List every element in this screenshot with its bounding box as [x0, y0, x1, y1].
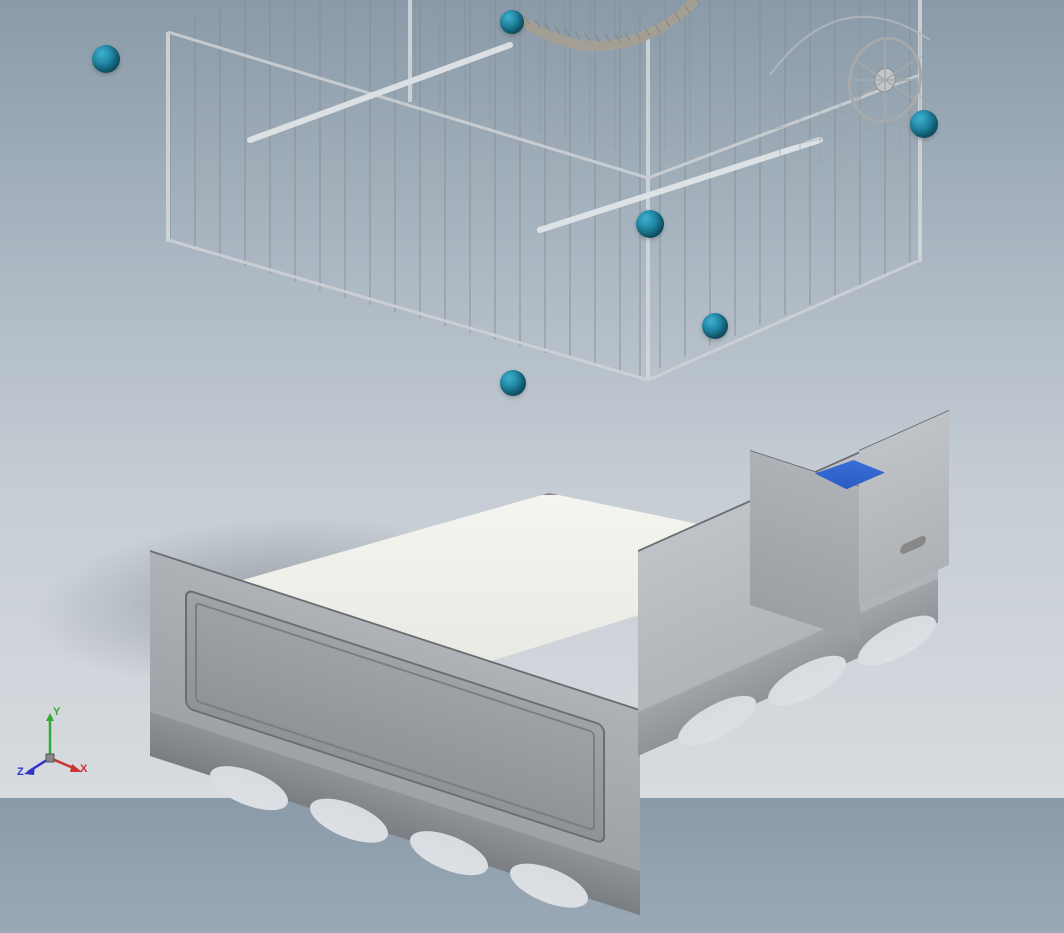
- triad-z-label: Z: [17, 766, 24, 778]
- scallop-arc: [768, 645, 846, 716]
- triad-y-label: Y: [53, 706, 60, 718]
- viewport-3d[interactable]: Y X Z: [0, 0, 1064, 798]
- triad-x-label: X: [80, 763, 87, 775]
- scallop-arc: [858, 605, 936, 676]
- coordinate-triad[interactable]: Y X Z: [20, 708, 90, 778]
- rope-end-sphere-top: [500, 10, 524, 34]
- scallop-arc: [678, 685, 756, 756]
- scallop-arc: [310, 790, 388, 851]
- corner-sphere-right-back: [910, 110, 938, 138]
- corner-sphere-front: [636, 210, 664, 238]
- scallop-arc: [210, 757, 288, 818]
- scallop-arc: [410, 822, 488, 883]
- cage-wireframe: [120, 0, 970, 400]
- rope-start-sphere: [500, 370, 526, 396]
- bath-attachment: [750, 380, 950, 610]
- model-birdcage[interactable]: [120, 50, 970, 750]
- bath-side-face: [859, 410, 949, 605]
- corner-sphere-left: [92, 45, 120, 73]
- scallop-arc: [510, 855, 588, 916]
- rope-end-sphere: [702, 313, 728, 339]
